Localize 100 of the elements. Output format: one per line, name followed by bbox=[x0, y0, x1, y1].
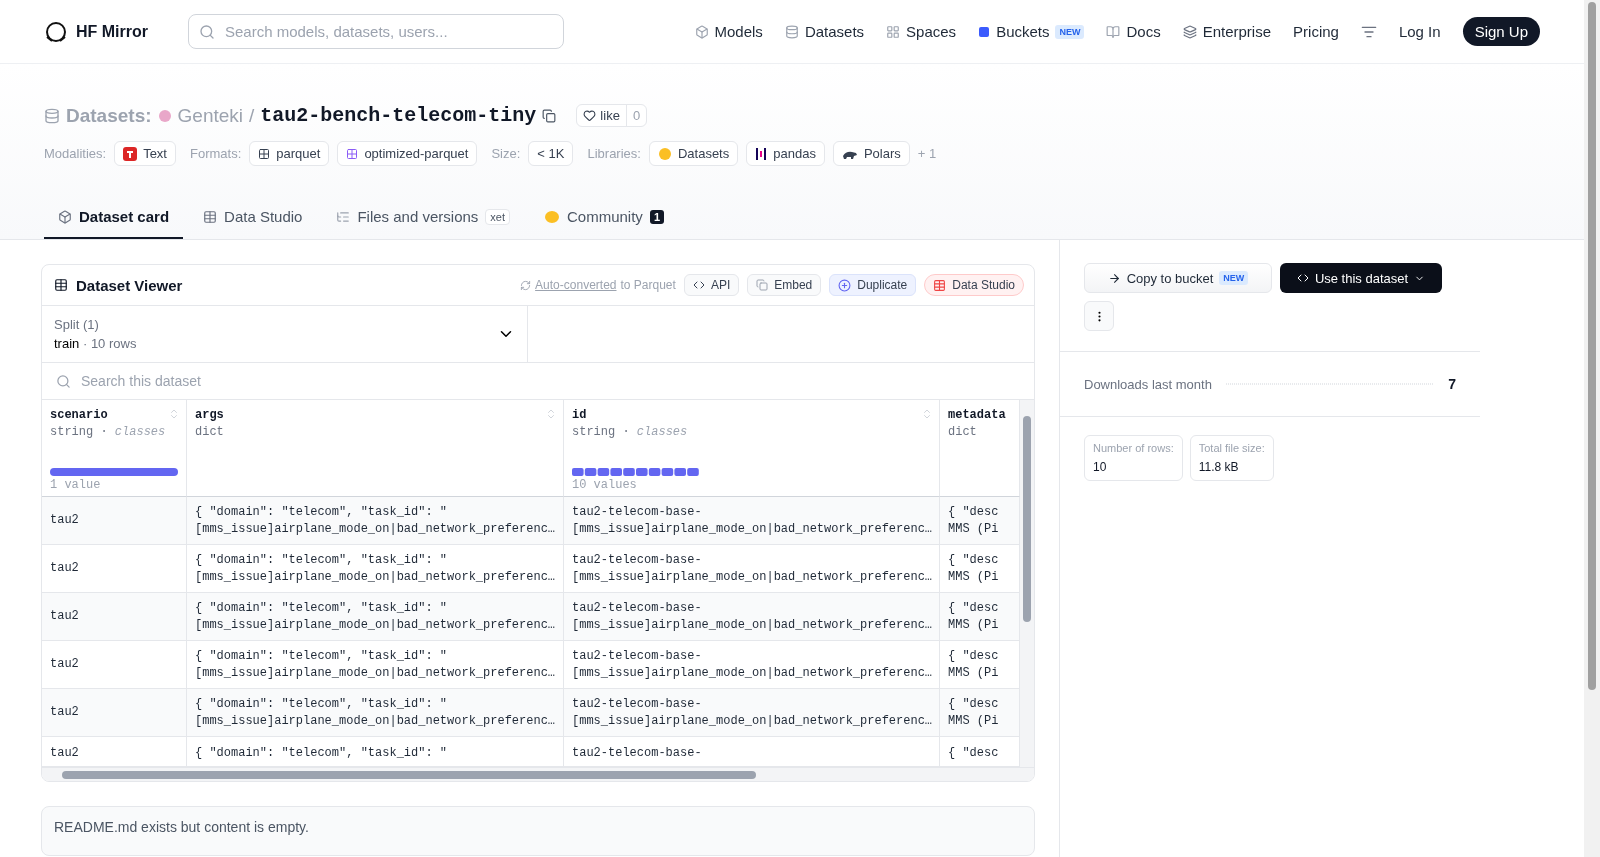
copy-icon bbox=[756, 279, 769, 291]
meta-tag[interactable]: Datasets bbox=[648, 141, 739, 166]
stat-card: Total file size: 11.8 kB bbox=[1189, 435, 1274, 481]
repo-type: Datasets: bbox=[66, 104, 152, 127]
count-badge: 1 bbox=[649, 209, 664, 224]
meta-tag[interactable]: parquet bbox=[249, 141, 330, 166]
viewer-title: Dataset Viewer bbox=[76, 276, 183, 294]
text-icon bbox=[123, 146, 138, 161]
new-badge: NEW bbox=[1055, 24, 1085, 39]
square-icon bbox=[978, 25, 991, 38]
meta-label: Formats: bbox=[190, 146, 242, 161]
heart-icon bbox=[583, 109, 597, 122]
meta-label: Libraries: bbox=[587, 146, 641, 161]
viewer-action-button[interactable]: Duplicate bbox=[829, 274, 917, 296]
nav-link[interactable]: Spaces bbox=[886, 23, 957, 40]
vertical-scrollbar[interactable] bbox=[1020, 400, 1034, 767]
xet-badge: xet bbox=[485, 208, 510, 225]
table-cell: tau2-telecom-base- [mms_issue]airplane_mode_on|bad_network_preferenc… bbox=[564, 593, 940, 641]
readme-notice: README.md exists but content is empty. bbox=[41, 806, 1035, 856]
code-icon bbox=[1296, 272, 1309, 284]
table-icon bbox=[203, 209, 218, 224]
nav-link[interactable]: Pricing bbox=[1293, 23, 1339, 40]
tab[interactable]: Community 1 bbox=[530, 196, 678, 239]
table-cell: tau2 bbox=[42, 497, 187, 545]
sort-icon[interactable] bbox=[921, 408, 933, 420]
code-icon bbox=[692, 279, 705, 291]
meta-tag[interactable]: Text bbox=[114, 141, 176, 166]
table-cell: { "domain": "telecom", "task_id": " [mms_issue]airplane_mode_on|bad_network_preferenc… bbox=[187, 641, 564, 689]
grid-icon bbox=[258, 147, 271, 160]
cube-icon bbox=[694, 24, 709, 39]
nav-link[interactable]: Models bbox=[694, 23, 763, 40]
tab[interactable]: Dataset card bbox=[44, 196, 184, 239]
viewer-action-button[interactable]: Embed bbox=[747, 274, 822, 296]
login-link[interactable]: Log In bbox=[1398, 23, 1441, 40]
downloads-count: 7 bbox=[1448, 376, 1456, 392]
table-cell: { "desc MMS (Pi bbox=[940, 641, 1020, 689]
tab[interactable]: Data Studio bbox=[189, 196, 317, 239]
table-cell: tau2 bbox=[42, 641, 187, 689]
table-cell: tau2 bbox=[42, 689, 187, 737]
table-cell: tau2 bbox=[42, 593, 187, 641]
search-input[interactable]: Search models, datasets, users... bbox=[223, 22, 553, 41]
table-cell: tau2-telecom-base- [mms_issue]airplane_mode_on|bad_network_preferenc… bbox=[564, 689, 940, 737]
like-button[interactable]: like 0 bbox=[576, 104, 648, 127]
refresh-icon bbox=[520, 279, 532, 291]
table-cell: { "desc MMS (Pi bbox=[940, 545, 1020, 593]
meta-tag[interactable]: pandas bbox=[746, 141, 825, 166]
meta-tag[interactable]: optimized-parquet bbox=[337, 141, 478, 166]
nav-link[interactable]: Enterprise bbox=[1182, 23, 1272, 40]
table-cell: { "domain": "telecom", "task_id": " [mms_issue]airplane_mode_on|bad_network_preferenc… bbox=[187, 497, 564, 545]
nav-link[interactable]: Datasets bbox=[784, 23, 865, 40]
search-field[interactable]: Search models, datasets, users... bbox=[188, 14, 564, 49]
table-cell: { "desc MMS (Pi bbox=[940, 593, 1020, 641]
copy-icon[interactable] bbox=[542, 108, 557, 123]
table-cell: tau2-telecom-base- [mms_issue]airplane_mode_on|bad_network_preferenc… bbox=[564, 641, 940, 689]
list-icon bbox=[336, 209, 351, 224]
table-cell: tau2 bbox=[42, 545, 187, 593]
circle-icon bbox=[657, 146, 672, 161]
nav-link[interactable]: Docs bbox=[1106, 23, 1161, 40]
page-scrollbar[interactable] bbox=[1584, 0, 1600, 857]
table-cell: { "desc MMS (Pi bbox=[940, 497, 1020, 545]
copy-to-bucket-button[interactable]: Copy to bucket NEW bbox=[1084, 263, 1272, 293]
book-icon bbox=[1106, 24, 1121, 39]
viewer-action-button[interactable]: API bbox=[683, 274, 740, 296]
database-icon bbox=[44, 107, 60, 124]
horizontal-scrollbar[interactable] bbox=[42, 767, 1034, 781]
path-separator: / bbox=[249, 104, 255, 127]
nav-link[interactable]: Buckets NEW bbox=[978, 23, 1085, 40]
database-icon bbox=[784, 24, 799, 39]
downloads-label: Downloads last month bbox=[1084, 376, 1212, 392]
viewer-action-button[interactable]: Data Studio bbox=[924, 274, 1024, 296]
table-cell: { "domain": "telecom", "task_id": " [mms_issue]airplane_mode_on|bad_network_preferenc… bbox=[187, 545, 564, 593]
table-cell: tau2-telecom-base- bbox=[564, 737, 940, 767]
meta-label: Modalities: bbox=[44, 146, 107, 161]
signup-button[interactable]: Sign Up bbox=[1462, 17, 1540, 46]
column-header[interactable]: scenario string · classes 1 value bbox=[42, 400, 187, 497]
meta-tag[interactable]: < 1K bbox=[528, 141, 574, 166]
table-cell: { "desc bbox=[940, 737, 1020, 767]
search-icon bbox=[56, 373, 71, 389]
table-cell: tau2-telecom-base- [mms_issue]airplane_mode_on|bad_network_preferenc… bbox=[564, 497, 940, 545]
logo-icon bbox=[44, 20, 68, 43]
cube-icon bbox=[58, 209, 72, 224]
more-button[interactable] bbox=[1084, 301, 1114, 331]
grid-icon bbox=[886, 24, 901, 39]
plus-circle-icon bbox=[838, 278, 852, 292]
arrow-right-icon bbox=[1107, 271, 1121, 285]
table-cell: { "domain": "telecom", "task_id": " bbox=[187, 737, 564, 767]
table-cell: { "domain": "telecom", "task_id": " [mms_issue]airplane_mode_on|bad_network_preferenc… bbox=[187, 593, 564, 641]
meta-tag[interactable]: Polars bbox=[832, 141, 910, 166]
table-cell: tau2 bbox=[42, 737, 187, 767]
use-dataset-button[interactable]: Use this dataset bbox=[1280, 263, 1442, 293]
table-cell: { "domain": "telecom", "task_id": " [mms_issue]airplane_mode_on|bad_network_preferenc… bbox=[187, 689, 564, 737]
grid-icon bbox=[346, 147, 359, 160]
layers-icon bbox=[1182, 24, 1197, 39]
sort-icon[interactable] bbox=[545, 408, 557, 420]
bars-icon bbox=[755, 146, 768, 161]
sort-icon[interactable] bbox=[168, 408, 180, 420]
stat-card: Number of rows: 10 bbox=[1084, 435, 1183, 481]
tab[interactable]: Files and versions xet bbox=[322, 196, 524, 239]
repo-name: tau2-bench-telecom-tiny bbox=[260, 104, 537, 127]
brand-name: HF Mirror bbox=[76, 22, 148, 41]
